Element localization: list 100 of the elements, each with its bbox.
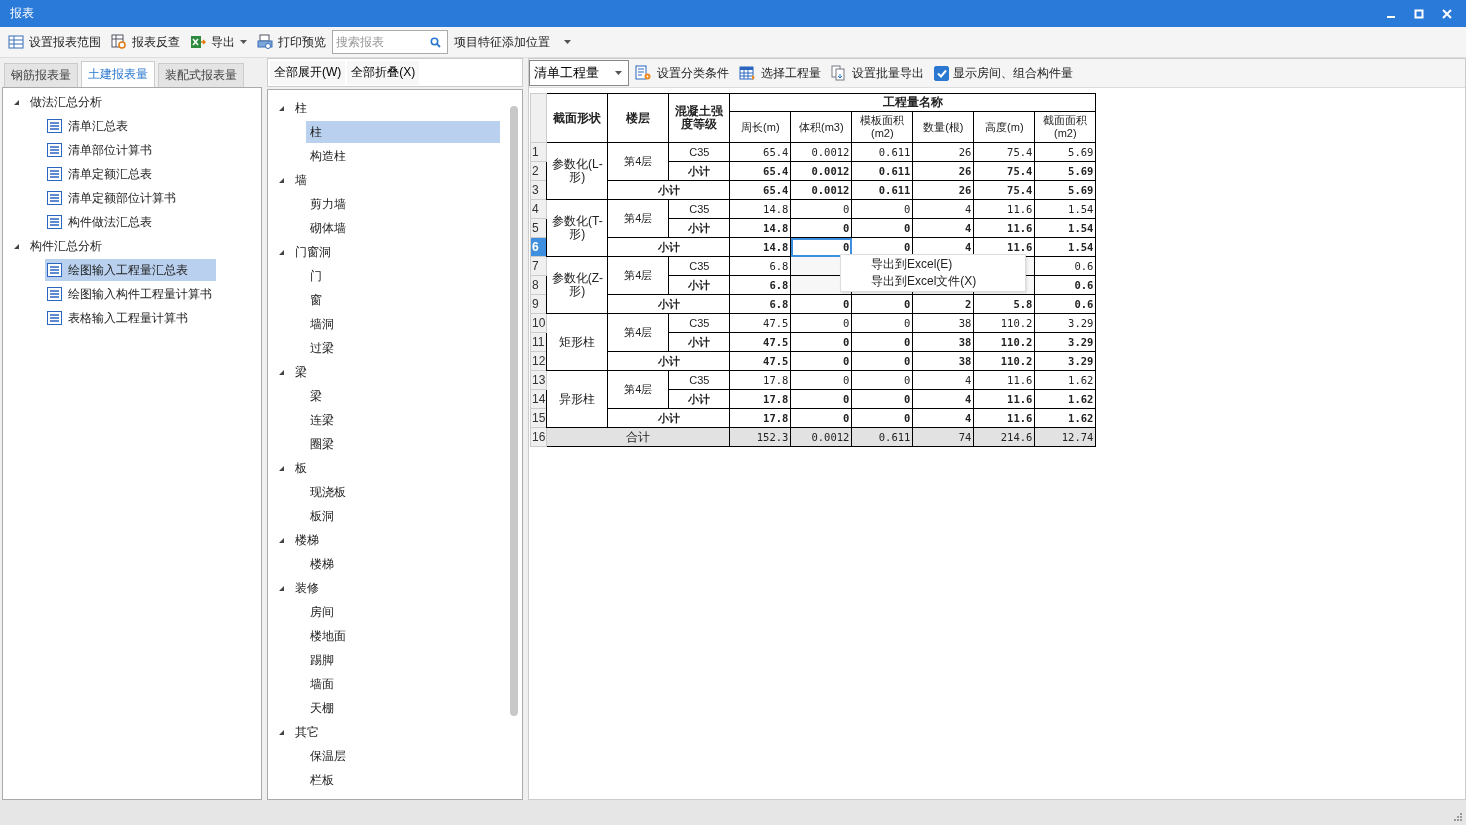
expand-arrow-icon[interactable] [13, 98, 20, 106]
report-item[interactable]: 清单定额部位计算书 [45, 187, 204, 209]
search-field[interactable]: 搜索报表 [332, 30, 448, 54]
table-cell: 0 [851, 218, 913, 238]
expand-arrow-icon[interactable] [278, 368, 285, 376]
component-item[interactable]: 现浇板 [306, 481, 500, 503]
row-number[interactable]: 12 [530, 351, 547, 371]
expand-arrow-icon[interactable] [278, 536, 285, 544]
row-number[interactable]: 2 [530, 161, 547, 181]
report-tab[interactable]: 装配式报表量 [158, 63, 244, 87]
component-item[interactable]: 过梁 [306, 337, 500, 359]
report-item[interactable]: 清单部位计算书 [45, 139, 180, 161]
expand-arrow-icon[interactable] [278, 176, 285, 184]
expand-arrow-icon[interactable] [278, 464, 285, 472]
row-number[interactable]: 13 [530, 370, 547, 390]
table-cell: 75.4 [973, 180, 1035, 200]
toolbar-button[interactable]: 打印预览 [253, 30, 330, 54]
row-number[interactable]: 16 [530, 427, 547, 447]
table-cell: 0 [851, 370, 913, 390]
component-item[interactable]: 板洞 [306, 505, 500, 527]
report-tab[interactable]: 钢筋报表量 [4, 63, 78, 87]
report-item[interactable]: 构件做法汇总表 [45, 211, 180, 233]
tree-group-label[interactable]: 构件汇总分析 [30, 237, 102, 255]
component-item[interactable]: 门 [306, 265, 500, 287]
component-item[interactable]: 天棚 [306, 697, 500, 719]
row-number[interactable]: 7 [530, 256, 547, 276]
table-cell: 0 [790, 237, 852, 257]
checkbox[interactable] [934, 65, 949, 81]
row-number[interactable]: 8 [530, 275, 547, 295]
category-label[interactable]: 梁 [295, 363, 307, 381]
scrollbar-thumb[interactable] [510, 106, 518, 716]
maximize-icon[interactable] [1414, 8, 1424, 19]
component-item[interactable]: 房间 [306, 601, 500, 623]
row-number[interactable]: 10 [530, 313, 547, 333]
component-item[interactable]: 窗 [306, 289, 500, 311]
toolbar-button[interactable]: 选择工程量 [735, 61, 825, 85]
table-cell: 0.0012 [790, 142, 852, 162]
component-item[interactable]: 柱 [306, 121, 500, 143]
tree-toggle-button[interactable]: 全部展开(W) [270, 60, 346, 85]
row-number[interactable]: 1 [530, 142, 547, 162]
toolbar-button[interactable]: 设置报表范围 [4, 30, 105, 54]
category-label[interactable]: 柱 [295, 99, 307, 117]
table-cell: 第4层 [607, 256, 669, 295]
row-number[interactable]: 5 [530, 218, 547, 238]
menu-item[interactable]: 导出到Excel文件(X) [841, 273, 1025, 290]
toolbar-button[interactable]: 导出 [186, 30, 251, 54]
category-label[interactable]: 门窗洞 [295, 243, 331, 261]
expand-arrow-icon[interactable] [278, 248, 285, 256]
room-checkbox[interactable]: 显示房间、组合构件量 [930, 64, 1077, 82]
table-cell: 65.4 [729, 161, 791, 181]
component-item[interactable]: 梁 [306, 385, 500, 407]
resize-grip-icon[interactable] [1453, 812, 1462, 821]
expand-arrow-icon[interactable] [13, 242, 20, 250]
report-item[interactable]: 绘图输入构件工程量计算书 [45, 283, 240, 305]
report-item[interactable]: 清单汇总表 [45, 115, 156, 137]
expand-arrow-icon[interactable] [278, 728, 285, 736]
component-item[interactable]: 楼梯 [306, 553, 500, 575]
tree-group-label[interactable]: 做法汇总分析 [30, 93, 102, 111]
toolbar-button[interactable]: 设置分类条件 [631, 61, 733, 85]
position-dropdown[interactable]: 项目特征添加位置 [450, 30, 575, 54]
menu-item[interactable]: 导出到Excel(E) [841, 256, 1025, 273]
expand-arrow-icon[interactable] [278, 584, 285, 592]
component-item[interactable]: 墙面 [306, 673, 500, 695]
tree-toggle-button[interactable]: 全部折叠(X) [347, 60, 420, 85]
category-label[interactable]: 板 [295, 459, 307, 477]
close-icon[interactable] [1442, 8, 1452, 19]
row-number[interactable]: 11 [530, 332, 547, 352]
row-number[interactable]: 3 [530, 180, 547, 200]
table-cell: 17.8 [729, 408, 791, 428]
component-item[interactable]: 栏板 [306, 769, 500, 791]
toolbar-button[interactable]: 设置批量导出 [827, 61, 928, 85]
row-number[interactable]: 15 [530, 408, 547, 428]
report-item[interactable]: 清单定额汇总表 [45, 163, 180, 185]
table-cell: 1.54 [1034, 218, 1096, 238]
expand-arrow-icon[interactable] [278, 104, 285, 112]
table-cell: 3.29 [1034, 332, 1096, 352]
row-number[interactable]: 9 [530, 294, 547, 314]
table-cell: 小计 [607, 180, 730, 200]
report-tab[interactable]: 土建报表量 [81, 61, 155, 87]
component-item[interactable]: 踢脚 [306, 649, 500, 671]
toolbar-button[interactable]: 报表反查 [107, 30, 184, 54]
report-item[interactable]: 绘图输入工程量汇总表 [45, 259, 216, 281]
component-item[interactable]: 构造柱 [306, 145, 500, 167]
category-label[interactable]: 装修 [295, 579, 319, 597]
component-item[interactable]: 连梁 [306, 409, 500, 431]
table-cell: 14.8 [729, 199, 791, 219]
category-label[interactable]: 其它 [295, 723, 319, 741]
category-label[interactable]: 楼梯 [295, 531, 319, 549]
component-item[interactable]: 剪力墙 [306, 193, 500, 215]
table-cell: 1.62 [1034, 408, 1096, 428]
row-number[interactable]: 14 [530, 389, 547, 409]
component-item[interactable]: 砌体墙 [306, 217, 500, 239]
mode-dropdown[interactable]: 清单工程量 [529, 60, 629, 86]
component-item[interactable]: 墙洞 [306, 313, 500, 335]
component-item[interactable]: 圈梁 [306, 433, 500, 455]
component-item[interactable]: 保温层 [306, 745, 500, 767]
report-item[interactable]: 表格输入工程量计算书 [45, 307, 216, 329]
component-item[interactable]: 楼地面 [306, 625, 500, 647]
category-label[interactable]: 墙 [295, 171, 307, 189]
row-number[interactable]: 4 [530, 199, 547, 219]
